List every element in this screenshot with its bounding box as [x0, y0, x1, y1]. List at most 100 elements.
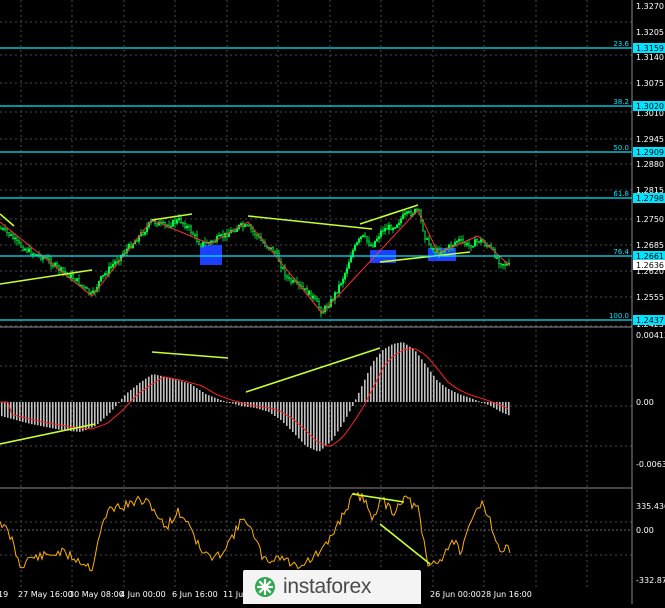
macd-histogram-bar: [124, 395, 126, 402]
macd-axis[interactable]: 0.00413 0.00 -0.00635: [636, 331, 665, 469]
candle-body: [4, 228, 6, 230]
candle-body: [114, 261, 116, 265]
macd-histogram-bar: [55, 402, 57, 429]
candle-body: [202, 241, 204, 247]
macd-histogram-bar: [388, 346, 390, 402]
candle-body: [86, 287, 88, 290]
macd-histogram-bar: [25, 402, 27, 423]
macd-panel[interactable]: [0, 342, 510, 452]
time-label: 24 May 2019: [0, 590, 8, 599]
candle-body: [122, 253, 124, 256]
candle-body: [466, 243, 468, 246]
candle-body: [366, 236, 368, 242]
candle-body: [190, 226, 192, 234]
fib-level-label: 61.8: [613, 190, 629, 198]
candle-body: [30, 248, 32, 255]
candle-body: [404, 213, 406, 215]
macd-histogram-bar: [304, 402, 306, 445]
candle-body: [10, 234, 12, 236]
candle-body: [408, 211, 410, 213]
fib-price-label: 1.3159: [636, 44, 664, 53]
macd-histogram-bar: [310, 402, 312, 449]
candle-body: [34, 253, 36, 256]
macd-histogram-bar: [208, 395, 210, 402]
macd-histogram-bar: [31, 402, 33, 425]
macd-histogram-bar: [442, 384, 444, 402]
candle-body: [236, 228, 238, 232]
candle-body: [246, 224, 248, 226]
macd-histogram-bar: [397, 343, 399, 402]
candle-body: [82, 284, 84, 288]
macd-histogram-bar: [253, 402, 255, 408]
candle-body: [90, 292, 92, 294]
macd-histogram-bar: [58, 402, 60, 430]
candle-body: [290, 278, 292, 283]
macd-histogram-bar: [196, 388, 198, 402]
cci-panel[interactable]: [0, 491, 632, 572]
macd-histogram-bar: [382, 350, 384, 402]
macd-histogram-bar: [175, 379, 177, 402]
macd-tick: -0.00635: [636, 460, 665, 469]
macd-histogram-bar: [313, 402, 315, 450]
macd-histogram-bar: [436, 380, 438, 402]
candle-body: [338, 284, 340, 293]
macd-histogram-bar: [490, 402, 492, 406]
candle-body: [186, 225, 188, 229]
candle-body: [348, 261, 350, 269]
macd-histogram-bar: [463, 395, 465, 402]
price-tick: 1.2945: [636, 135, 664, 144]
time-label: 4 Jun 00:00: [120, 590, 166, 599]
macd-histogram-bar: [433, 375, 435, 402]
candle-body: [288, 277, 290, 279]
candle-body: [92, 290, 94, 293]
candle-body: [312, 295, 314, 299]
macd-histogram-bar: [427, 367, 429, 402]
candle-body: [8, 232, 10, 236]
macd-histogram-bar: [469, 397, 471, 402]
macd-histogram-bar: [223, 400, 225, 402]
candle-body: [6, 228, 8, 233]
candle-body: [340, 283, 342, 286]
cci-axis[interactable]: 335.4369 0.00 -332.874: [636, 502, 665, 585]
macd-histogram-bar: [481, 402, 483, 403]
candle-body: [350, 256, 352, 263]
candle-body: [434, 248, 436, 253]
candle-body: [344, 273, 346, 280]
macd-histogram-bar: [409, 346, 411, 402]
macd-histogram-bar: [355, 399, 357, 402]
candle-body: [400, 218, 402, 224]
trading-terminal[interactable]: 1.3270 1.3205 1.3140 1.3075 1.3010 1.294…: [0, 0, 665, 604]
time-label: 6 Jun 16:00: [172, 590, 218, 599]
candle-body: [380, 230, 382, 237]
price-tick: 1.2750: [636, 215, 664, 224]
candle-body: [390, 224, 392, 231]
macd-histogram-bar: [403, 342, 405, 402]
macd-histogram-bar: [466, 396, 468, 402]
candle-body: [28, 248, 30, 252]
candle-body: [272, 247, 274, 253]
candle-body: [116, 261, 118, 263]
candle-body: [12, 234, 14, 239]
support-zone: [200, 245, 222, 265]
candle-body: [308, 290, 310, 295]
fib-price-label: 1.2909: [636, 148, 664, 157]
candle-body: [188, 225, 190, 228]
chart-canvas[interactable]: 1.3270 1.3205 1.3140 1.3075 1.3010 1.294…: [0, 0, 665, 604]
candle-body: [184, 223, 186, 229]
candle-body: [282, 267, 284, 269]
candle-body: [276, 251, 278, 254]
macd-histogram-bar: [136, 385, 138, 402]
price-tick: 1.3270: [636, 2, 664, 11]
candle-body: [274, 251, 276, 254]
candle-body: [430, 243, 432, 249]
macd-histogram-bar: [184, 382, 186, 402]
macd-histogram-bar: [49, 402, 51, 428]
time-label: 26 Jun 00:00: [430, 590, 481, 599]
candle-body: [14, 237, 16, 240]
macd-histogram-bar: [343, 402, 345, 423]
candle-body: [368, 240, 370, 246]
macd-histogram-bar: [43, 402, 45, 427]
candle-body: [156, 223, 158, 226]
candle-body: [160, 221, 162, 224]
macd-histogram-bar: [40, 402, 42, 426]
